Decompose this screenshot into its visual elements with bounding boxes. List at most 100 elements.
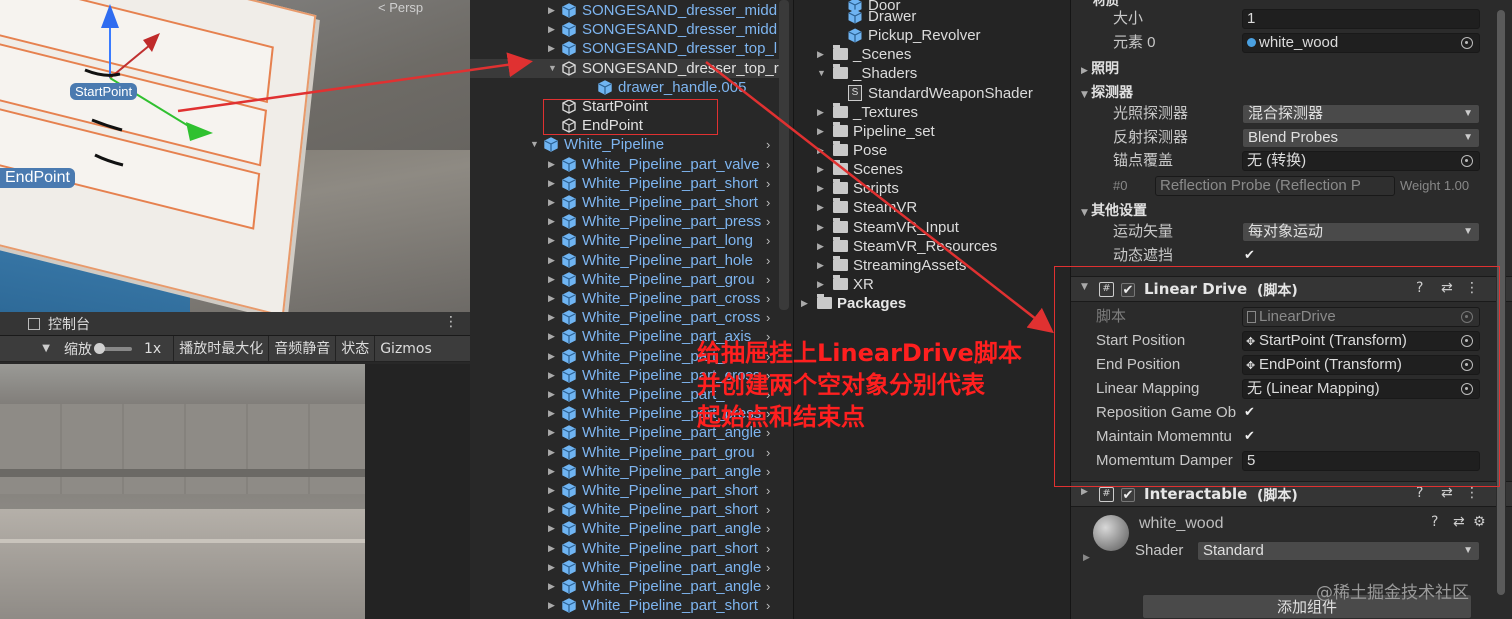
anchor-override-field[interactable]: 无 (转换) — [1242, 151, 1480, 171]
gear-icon[interactable]: ⚙ — [1473, 514, 1486, 530]
expand-arrow-icon[interactable]: ▶ — [548, 347, 555, 366]
more-options-icon[interactable]: ⋮ — [444, 314, 458, 330]
gizmos-button[interactable]: Gizmos — [374, 335, 437, 362]
object-picker-icon[interactable] — [1461, 155, 1473, 167]
preset-icon[interactable]: ⇄ — [1453, 514, 1465, 530]
expand-arrow-icon[interactable]: ▶ — [548, 577, 555, 596]
chevron-right-icon[interactable]: › — [766, 135, 770, 154]
expand-arrow-icon[interactable]: ▶ — [817, 275, 824, 294]
expand-arrow-icon[interactable]: ▶ — [817, 122, 824, 141]
chevron-right-icon[interactable]: › — [766, 519, 770, 538]
maximize-on-play-button[interactable]: 播放时最大化 — [173, 335, 268, 362]
hierarchy-scrollbar[interactable] — [779, 0, 789, 310]
other-settings-section[interactable]: ▼ 其他设置 — [1081, 200, 1147, 220]
expand-arrow-icon[interactable]: ▶ — [548, 155, 555, 174]
expand-arrow-icon[interactable]: ▶ — [548, 539, 555, 558]
chevron-right-icon[interactable]: › — [766, 212, 770, 231]
more-options-icon[interactable]: ⋮ — [1465, 485, 1479, 501]
stats-button[interactable]: 状态 — [335, 335, 374, 362]
endpoint-scene-label[interactable]: EndPoint — [0, 168, 75, 188]
chevron-right-icon[interactable]: › — [766, 462, 770, 481]
expand-arrow-icon[interactable]: ▶ — [548, 308, 555, 327]
preset-icon[interactable]: ⇄ — [1441, 485, 1453, 501]
expand-arrow-icon[interactable]: ▶ — [548, 558, 555, 577]
dynamic-occlusion-checkbox[interactable]: ✔ — [1244, 249, 1258, 263]
expand-arrow-down-icon[interactable]: ▼ — [548, 59, 557, 78]
chevron-right-icon[interactable]: › — [766, 174, 770, 193]
expand-arrow-icon[interactable]: ▶ — [817, 179, 824, 198]
size-field[interactable]: 1 — [1242, 9, 1480, 29]
shader-dropdown[interactable]: Standard ▼ — [1197, 541, 1480, 561]
expand-arrow-icon[interactable]: ▶ — [801, 294, 808, 313]
expand-arrow-icon[interactable]: ▶ — [817, 141, 824, 160]
chevron-right-icon[interactable]: › — [766, 308, 770, 327]
probes-section[interactable]: ▼ 探测器 — [1081, 82, 1133, 102]
startpoint-scene-label[interactable]: StartPoint — [70, 83, 138, 100]
material-preview-sphere[interactable] — [1093, 515, 1129, 551]
expand-arrow-icon[interactable]: ▼ — [817, 64, 826, 83]
expand-arrow-icon[interactable]: ▶ — [548, 500, 555, 519]
expand-arrow-icon[interactable]: ▶ — [817, 45, 824, 64]
chevron-right-icon[interactable]: › — [766, 558, 770, 577]
expand-arrow-icon[interactable]: ▶ — [548, 443, 555, 462]
expand-arrow-icon[interactable]: ▶ — [548, 366, 555, 385]
chevron-right-icon[interactable]: › — [766, 443, 770, 462]
chevron-right-icon[interactable]: › — [766, 231, 770, 250]
expand-arrow-icon[interactable]: ▶ — [548, 270, 555, 289]
expand-arrow-icon[interactable]: ▶ — [548, 1, 555, 20]
expand-arrow-icon[interactable]: ▶ — [817, 256, 824, 275]
chevron-right-icon[interactable]: › — [766, 251, 770, 270]
expand-arrow-icon[interactable]: ▶ — [548, 20, 555, 39]
expand-arrow-icon[interactable]: ▶ — [1083, 553, 1090, 563]
move-gizmo[interactable] — [0, 0, 470, 312]
expand-arrow-icon[interactable]: ▶ — [548, 519, 555, 538]
expand-arrow-icon[interactable]: ▶ — [548, 404, 555, 423]
expand-arrow-icon[interactable]: ▶ — [548, 289, 555, 308]
help-icon[interactable]: ? — [1416, 485, 1423, 501]
expand-arrow-icon[interactable]: ▶ — [817, 218, 824, 237]
scene-view[interactable]: StartPoint EndPoint < Persp — [0, 0, 470, 312]
light-probes-dropdown[interactable]: 混合探测器 ▼ — [1242, 104, 1480, 124]
expand-arrow-icon[interactable]: ▶ — [548, 462, 555, 481]
chevron-right-icon[interactable]: › — [766, 500, 770, 519]
motion-vectors-dropdown[interactable]: 每对象运动 ▼ — [1242, 222, 1480, 242]
console-tab[interactable]: 控制台 ⋮ — [0, 312, 470, 336]
expand-arrow-icon[interactable]: ▶ — [817, 237, 824, 256]
expand-arrow-icon[interactable]: ▶ — [548, 251, 555, 270]
expand-arrow-icon[interactable]: ▶ — [817, 160, 824, 179]
reflection-probes-dropdown[interactable]: Blend Probes ▼ — [1242, 128, 1480, 148]
expand-arrow-icon[interactable]: ▶ — [548, 212, 555, 231]
chevron-right-icon[interactable]: › — [766, 270, 770, 289]
chevron-right-icon[interactable]: › — [766, 481, 770, 500]
mute-audio-button[interactable]: 音频静音 — [268, 335, 335, 362]
expand-arrow-icon[interactable]: ▶ — [548, 231, 555, 250]
zoom-slider[interactable] — [94, 342, 132, 354]
help-icon[interactable]: ? — [1431, 514, 1438, 530]
expand-arrow-icon[interactable]: ▶ — [548, 385, 555, 404]
chevron-right-icon[interactable]: › — [766, 577, 770, 596]
gameobject-icon — [562, 291, 576, 306]
expand-arrow-icon[interactable]: ▶ — [548, 327, 555, 346]
expand-arrow-icon[interactable]: ▶ — [548, 39, 555, 58]
expand-arrow-icon[interactable]: ▶ — [1081, 487, 1088, 497]
chevron-right-icon[interactable]: › — [766, 193, 770, 212]
chevron-right-icon[interactable]: › — [766, 289, 770, 308]
game-view[interactable] — [0, 364, 365, 619]
lighting-section[interactable]: ▶ 照明 — [1081, 58, 1119, 78]
expand-arrow-icon[interactable]: ▶ — [548, 481, 555, 500]
expand-arrow-icon[interactable]: ▶ — [548, 174, 555, 193]
object-picker-icon[interactable] — [1461, 37, 1473, 49]
expand-arrow-icon[interactable]: ▶ — [548, 423, 555, 442]
expand-arrow-icon[interactable]: ▶ — [548, 193, 555, 212]
chevron-right-icon[interactable]: › — [766, 596, 770, 615]
chevron-right-icon[interactable]: › — [766, 155, 770, 174]
expand-arrow-icon[interactable]: ▶ — [817, 103, 824, 122]
element0-field[interactable]: white_wood — [1242, 33, 1480, 53]
interactable-enabled-checkbox[interactable]: ✔ — [1121, 488, 1135, 503]
expand-arrow-icon[interactable]: ▶ — [548, 596, 555, 615]
expand-arrow-icon[interactable]: ▶ — [817, 198, 824, 217]
display-dropdown-icon[interactable]: ▼ — [0, 343, 56, 354]
expand-arrow-down-icon[interactable]: ▼ — [530, 135, 539, 154]
persp-label[interactable]: < Persp — [378, 0, 423, 15]
chevron-right-icon[interactable]: › — [766, 539, 770, 558]
